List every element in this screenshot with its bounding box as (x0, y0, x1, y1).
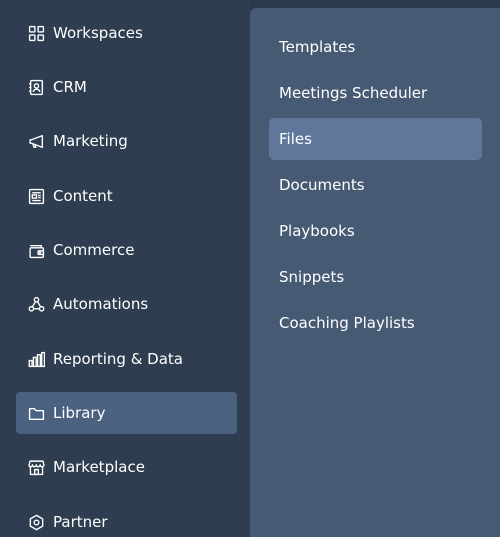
submenu-item-snippets[interactable]: Snippets (269, 256, 482, 298)
content-icon (28, 188, 45, 205)
wallet-icon (28, 242, 45, 259)
sidebar-item-automations[interactable]: Automations (16, 283, 237, 325)
submenu-item-files[interactable]: Files (269, 118, 482, 160)
sidebar-item-library[interactable]: Library (16, 392, 237, 434)
grid-icon (28, 25, 45, 42)
sidebar-item-crm[interactable]: CRM (16, 66, 237, 108)
sidebar-item-label: Partner (53, 513, 108, 531)
sidebar-item-label: Commerce (53, 241, 135, 259)
submenu-item-label: Coaching Playlists (279, 314, 415, 332)
submenu-item-label: Files (279, 130, 312, 148)
submenu-item-label: Documents (279, 176, 365, 194)
contacts-icon (28, 79, 45, 96)
submenu-item-templates[interactable]: Templates (269, 26, 482, 68)
sidebar-item-content[interactable]: Content (16, 175, 237, 217)
sidebar-item-partner[interactable]: Partner (16, 501, 237, 537)
sidebar-item-label: Reporting & Data (53, 350, 183, 368)
bar-chart-icon (28, 351, 45, 368)
sidebar-item-label: Library (53, 404, 106, 422)
submenu-item-documents[interactable]: Documents (269, 164, 482, 206)
sidebar-item-label: CRM (53, 78, 87, 96)
submenu-item-label: Templates (279, 38, 356, 56)
sidebar-item-marketplace[interactable]: Marketplace (16, 446, 237, 488)
submenu-item-label: Snippets (279, 268, 345, 286)
submenu-item-playbooks[interactable]: Playbooks (269, 210, 482, 252)
submenu-item-coaching-playlists[interactable]: Coaching Playlists (269, 302, 482, 344)
sidebar-item-marketing[interactable]: Marketing (16, 120, 237, 162)
submenu-item-meetings-scheduler[interactable]: Meetings Scheduler (269, 72, 482, 114)
storefront-icon (28, 459, 45, 476)
sidebar-item-label: Marketing (53, 132, 128, 150)
submenu-item-label: Playbooks (279, 222, 355, 240)
sidebar-item-commerce[interactable]: Commerce (16, 229, 237, 271)
sidebar-item-label: Marketplace (53, 458, 145, 476)
megaphone-icon (28, 133, 45, 150)
library-submenu: Templates Meetings Scheduler Files Docum… (250, 8, 500, 537)
sidebar-item-workspaces[interactable]: Workspaces (16, 12, 237, 54)
hexagon-icon (28, 514, 45, 531)
folder-icon (28, 405, 45, 422)
sidebar-item-reporting-data[interactable]: Reporting & Data (16, 338, 237, 380)
sidebar-item-label: Automations (53, 295, 149, 313)
sidebar-item-label: Content (53, 187, 113, 205)
submenu-item-label: Meetings Scheduler (279, 84, 428, 102)
automations-icon (28, 296, 45, 313)
sidebar-item-label: Workspaces (53, 24, 143, 42)
sidebar: Workspaces CRM Marketing Content Commerc… (0, 0, 250, 537)
app-window: Workspaces CRM Marketing Content Commerc… (0, 0, 500, 537)
